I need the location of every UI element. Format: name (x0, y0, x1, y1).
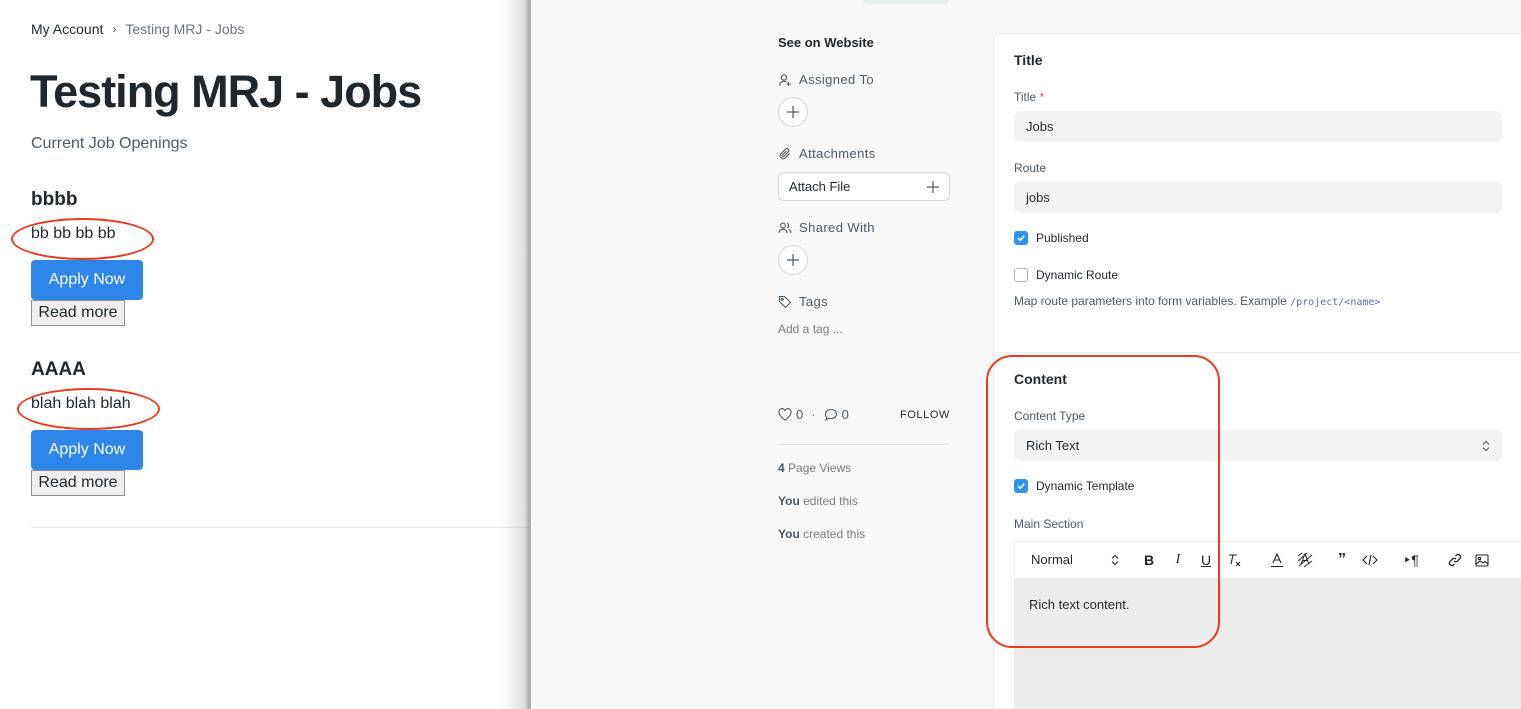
dynamic-route-checkbox[interactable] (1014, 268, 1028, 282)
user-icon (778, 73, 792, 87)
image-icon[interactable] (1473, 551, 1491, 569)
breadcrumb-current: Testing MRJ - Jobs (125, 21, 245, 37)
annotation-box (986, 355, 1220, 648)
add-share-button[interactable] (778, 245, 808, 275)
page-subtitle: Current Job Openings (31, 135, 188, 152)
dynamic-route-checkbox-row[interactable]: Dynamic Route (1014, 268, 1118, 282)
plus-icon (927, 180, 939, 193)
page-views: 4 Page Views (778, 461, 851, 475)
dynamic-route-help: Map route parameters into form variables… (1014, 294, 1381, 308)
sidebar-divider (778, 444, 949, 445)
page-title: Testing MRJ - Jobs (30, 66, 422, 117)
blockquote-icon[interactable]: ” (1333, 551, 1351, 569)
text-color-icon[interactable] (1268, 551, 1286, 569)
like-count: 0 (796, 407, 804, 422)
created-text: created this (799, 527, 866, 541)
add-assignee-button[interactable] (778, 97, 808, 127)
tags-label: Tags (778, 294, 828, 309)
shared-with-label: Shared With (778, 220, 875, 235)
title-label: Title * (1014, 90, 1045, 104)
required-marker: * (1039, 90, 1045, 104)
assigned-to-label: Assigned To (778, 72, 874, 87)
job-title: bbbb (31, 189, 78, 210)
select-arrows-icon (1482, 440, 1490, 451)
add-tag-input[interactable]: Add a tag ... (778, 322, 843, 336)
comment-icon (824, 408, 837, 421)
edited-user: You (778, 494, 800, 508)
title-section-heading: Title (1014, 52, 1043, 68)
attach-file-button[interactable]: Attach File (778, 172, 950, 201)
published-label: Published (1036, 231, 1089, 245)
clear-format-icon[interactable] (1225, 551, 1243, 569)
published-checkbox[interactable] (1014, 231, 1028, 245)
code-block-icon[interactable] (1361, 551, 1379, 569)
route-label: Route (1014, 161, 1047, 175)
attachments-label: Attachments (778, 146, 876, 161)
timeline-edited: You edited this (778, 494, 858, 508)
attachments-text: Attachments (799, 146, 876, 161)
apply-now-button[interactable]: Apply Now (31, 430, 143, 470)
page-views-count: 4 (778, 461, 785, 475)
social-bar: 0 · 0 FOLLOW (778, 407, 950, 422)
follow-button[interactable]: FOLLOW (900, 409, 950, 421)
divider (31, 527, 530, 528)
comment-button[interactable]: 0 (824, 407, 849, 422)
job-title: AAAA (31, 359, 86, 380)
published-checkbox-row[interactable]: Published (1014, 231, 1089, 245)
window-shadow (500, 0, 530, 709)
help-code-example: /project/<name> (1290, 297, 1381, 308)
see-on-website-link[interactable]: See on Website (778, 35, 874, 50)
breadcrumb-my-account[interactable]: My Account (31, 21, 103, 37)
edited-text: edited this (799, 494, 858, 508)
dynamic-route-label: Dynamic Route (1036, 268, 1119, 282)
route-input[interactable]: jobs (1014, 182, 1502, 213)
separator-dot: · (811, 407, 816, 422)
check-icon (1017, 235, 1025, 242)
plus-icon (787, 106, 799, 118)
comment-count: 0 (841, 407, 849, 422)
title-input[interactable]: Jobs (1014, 111, 1502, 142)
annotation-circle (17, 388, 160, 430)
annotation-circle (11, 218, 154, 260)
created-user: You (778, 527, 800, 541)
users-icon (778, 221, 792, 235)
plus-icon (787, 254, 799, 266)
breadcrumb-chevron-icon: › (112, 22, 117, 36)
text-direction-icon[interactable]: ‣¶ (1402, 551, 1420, 569)
top-tab-indicator (863, 0, 949, 4)
background-color-icon[interactable] (1296, 551, 1314, 569)
assigned-to-text: Assigned To (799, 72, 874, 87)
timeline-created: You created this (778, 527, 865, 541)
tag-icon (778, 295, 792, 309)
read-more-button[interactable]: Read more (31, 470, 125, 496)
page-views-label: Page Views (784, 461, 852, 475)
heart-icon (778, 408, 792, 421)
apply-now-button[interactable]: Apply Now (31, 260, 143, 300)
attach-file-label: Attach File (789, 179, 851, 194)
paperclip-icon (778, 147, 792, 161)
link-icon[interactable] (1446, 551, 1464, 569)
shared-with-text: Shared With (799, 220, 875, 235)
tags-text: Tags (799, 294, 829, 309)
website-page: My Account › Testing MRJ - Jobs Testing … (0, 0, 530, 709)
breadcrumb: My Account › Testing MRJ - Jobs (31, 21, 244, 37)
read-more-button[interactable]: Read more (31, 300, 125, 326)
desk-form-view: See on Website Assigned To Attachments A… (530, 0, 1521, 709)
section-divider (994, 352, 1521, 353)
like-button[interactable]: 0 (778, 407, 803, 422)
